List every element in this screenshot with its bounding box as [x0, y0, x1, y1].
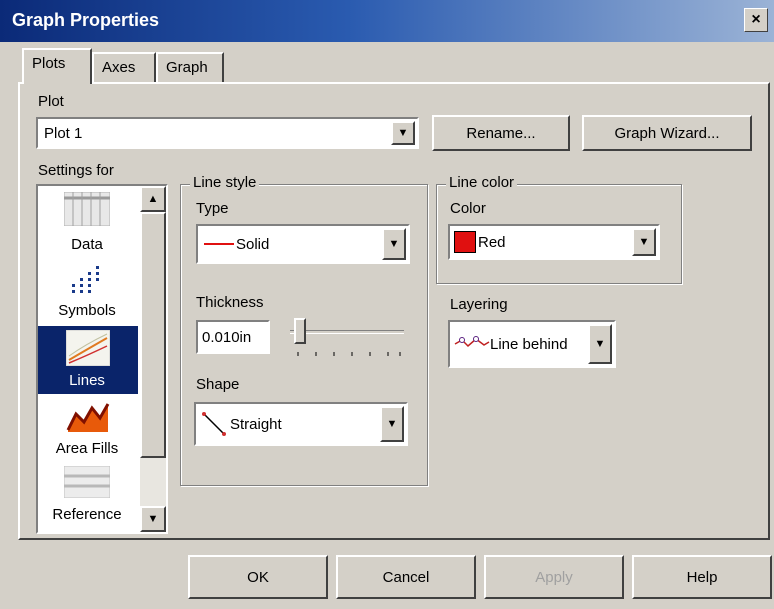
rename-button[interactable]: Rename... [432, 115, 570, 151]
list-item-symbols-label: Symbols [58, 302, 116, 319]
list-item-area-fills-label: Area Fills [55, 440, 119, 457]
list-item-lines[interactable]: Lines [38, 326, 136, 394]
straight-line-icon [202, 412, 226, 436]
cancel-button-label: Cancel [382, 568, 430, 586]
color-label: Color [450, 200, 486, 217]
color-value-text: Red [478, 233, 506, 251]
shape-label: Shape [196, 376, 240, 393]
settings-for-label: Settings for [38, 162, 114, 179]
list-item-data-label: Data [71, 236, 103, 253]
help-button[interactable]: Help [632, 555, 772, 599]
slider-track [290, 330, 404, 334]
list-item-lines-label: Lines [69, 372, 105, 389]
shape-select-value: Straight [202, 404, 282, 444]
tab-graph-label: Graph [166, 59, 208, 76]
plot-select-value: Plot 1 [44, 124, 83, 142]
line-color-group-label: Line color [446, 174, 518, 191]
shape-select[interactable]: Straight ▼ [194, 402, 408, 446]
chevron-down-icon[interactable]: ▼ [632, 228, 656, 256]
list-item-symbols[interactable]: Symbols [38, 260, 136, 326]
rename-button-label: Rename... [466, 124, 536, 142]
thickness-input-value: 0.010in [202, 328, 252, 346]
thickness-slider[interactable] [286, 318, 408, 362]
scrollbar[interactable]: ▲ ▼ [140, 186, 166, 532]
color-swatch [454, 231, 476, 253]
chevron-down-icon[interactable]: ▼ [391, 121, 415, 145]
scroll-down-icon[interactable]: ▼ [140, 506, 166, 532]
list-item-data[interactable]: Data [38, 190, 136, 260]
window-title: Graph Properties [12, 10, 160, 30]
layering-select-value: Line behind [454, 322, 568, 366]
layering-label: Layering [450, 296, 508, 313]
shape-value-text: Straight [230, 415, 282, 433]
cancel-button[interactable]: Cancel [336, 555, 476, 599]
settings-list-items: Data Symbols Lines Area Fills Reference [38, 186, 138, 532]
color-select-value: Red [454, 226, 506, 258]
data-icon [64, 192, 110, 226]
line-style-group-label: Line style [190, 174, 260, 191]
chevron-down-icon[interactable]: ▼ [382, 228, 406, 260]
list-item-reference[interactable]: Reference [38, 464, 136, 532]
slider-thumb[interactable] [294, 318, 306, 344]
tab-plots[interactable]: Plots [22, 48, 92, 84]
area-fills-icon [66, 403, 110, 432]
thickness-label: Thickness [196, 294, 264, 311]
graph-wizard-button[interactable]: Graph Wizard... [582, 115, 752, 151]
tab-plots-label: Plots [32, 55, 66, 72]
ok-button[interactable]: OK [188, 555, 328, 599]
line-behind-icon [454, 336, 490, 348]
apply-button[interactable]: Apply [484, 555, 624, 599]
graph-wizard-button-label: Graph Wizard... [614, 124, 720, 142]
help-button-label: Help [686, 568, 718, 586]
apply-button-label: Apply [535, 568, 573, 586]
type-value-text: Solid [236, 235, 270, 253]
settings-list[interactable]: Data Symbols Lines Area Fills Reference … [36, 184, 168, 534]
thickness-input[interactable]: 0.010in [196, 320, 270, 354]
color-select[interactable]: Red ▼ [448, 224, 660, 260]
type-select-value: Solid [204, 226, 269, 262]
chevron-down-icon[interactable]: ▼ [588, 324, 612, 364]
chevron-down-icon[interactable]: ▼ [380, 406, 404, 442]
scroll-thumb[interactable] [140, 212, 166, 458]
symbols-icon [72, 266, 99, 293]
tab-graph[interactable]: Graph [156, 52, 224, 82]
lines-icon [66, 330, 110, 366]
close-icon[interactable]: × [744, 8, 768, 32]
scroll-up-icon[interactable]: ▲ [140, 186, 166, 212]
layering-select[interactable]: Line behind ▼ [448, 320, 616, 368]
title-bar: Graph Properties × [0, 0, 774, 42]
layering-value-text: Line behind [490, 335, 568, 353]
list-item-reference-label: Reference [52, 506, 122, 523]
reference-icon [64, 466, 110, 498]
type-select[interactable]: Solid ▼ [196, 224, 410, 264]
plot-select[interactable]: Plot 1 ▼ [36, 117, 419, 149]
list-item-area-fills[interactable]: Area Fills [38, 396, 136, 464]
ok-button-label: OK [247, 568, 269, 586]
tab-axes-label: Axes [102, 59, 136, 76]
tab-axes[interactable]: Axes [92, 52, 156, 82]
plot-label: Plot [38, 93, 64, 110]
slider-ticks [297, 352, 401, 356]
solid-line-icon [204, 243, 234, 245]
type-label: Type [196, 200, 229, 217]
